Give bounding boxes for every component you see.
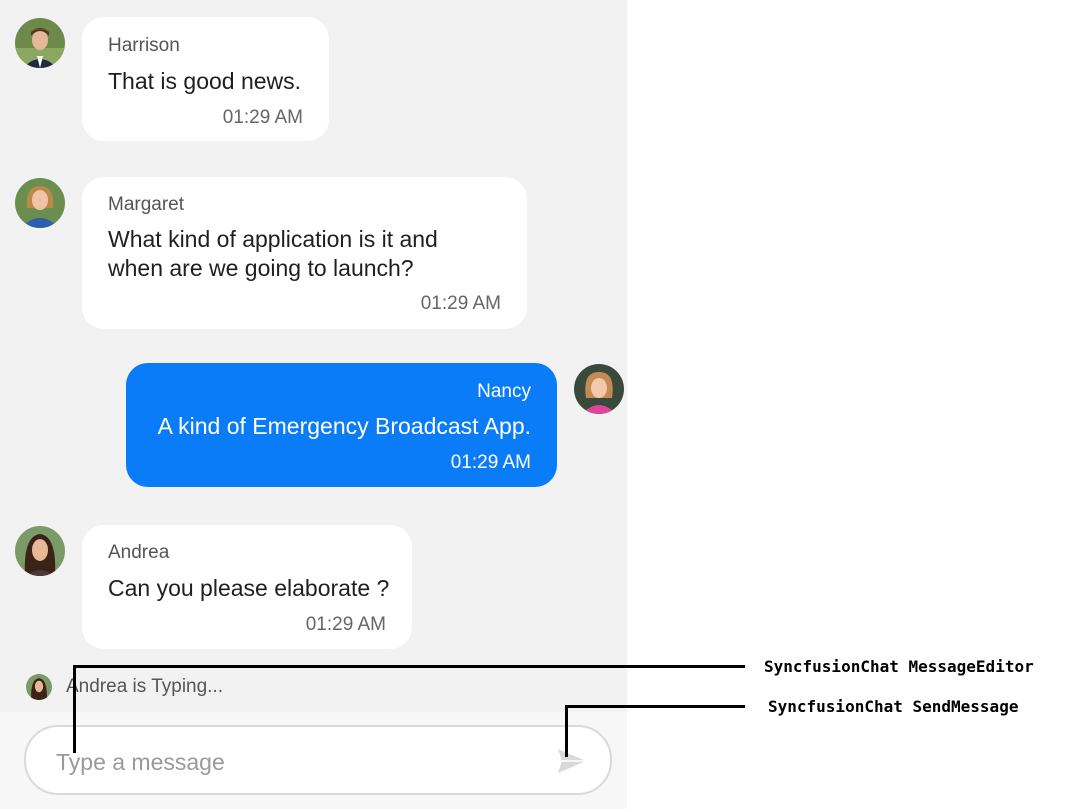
avatar-harrison <box>15 18 65 68</box>
message-time: 01:29 AM <box>222 107 303 128</box>
message-sender: Andrea <box>108 542 170 563</box>
typing-text: Andrea is Typing... <box>66 676 224 697</box>
send-arrow-icon <box>558 749 586 773</box>
message-sender: Margaret <box>108 194 185 215</box>
annotation-line <box>565 705 568 757</box>
chat-panel: Harrison That is good news. 01:29 AM Mar… <box>0 0 627 809</box>
message-sender: Harrison <box>108 35 180 56</box>
message-bubble: Harrison That is good news. 01:29 AM <box>82 17 329 141</box>
message-bubble: Margaret What kind of application is it … <box>82 177 527 329</box>
message-time: 01:29 AM <box>305 614 386 635</box>
message-text-line: when are we going to launch? <box>108 255 414 281</box>
message-sender: Nancy <box>477 381 531 402</box>
message-time: 01:29 AM <box>420 293 501 314</box>
annotation-line <box>73 665 76 753</box>
message-bubble: Andrea Can you please elaborate ? 01:29 … <box>82 525 412 649</box>
typing-avatar <box>26 674 52 700</box>
message-text: Can you please elaborate ? <box>108 575 390 601</box>
send-button[interactable] <box>556 747 588 775</box>
message-text: That is good news. <box>108 68 302 94</box>
message-editor <box>24 725 612 795</box>
message-time: 01:29 AM <box>450 452 531 473</box>
annotation-line <box>565 705 745 708</box>
avatar-nancy <box>574 364 624 414</box>
annotation-line <box>73 665 745 668</box>
avatar-margaret <box>15 178 65 228</box>
message-text: A kind of Emergency Broadcast App. <box>157 413 531 439</box>
message-input[interactable] <box>54 741 518 783</box>
annotation-label-message-editor: SyncfusionChat MessageEditor <box>764 657 1034 676</box>
avatar-andrea <box>15 526 65 576</box>
message-bubble-outgoing: Nancy A kind of Emergency Broadcast App.… <box>126 363 557 487</box>
message-text-line: What kind of application is it and <box>108 226 438 252</box>
annotation-label-send-message: SyncfusionChat SendMessage <box>768 697 1019 716</box>
